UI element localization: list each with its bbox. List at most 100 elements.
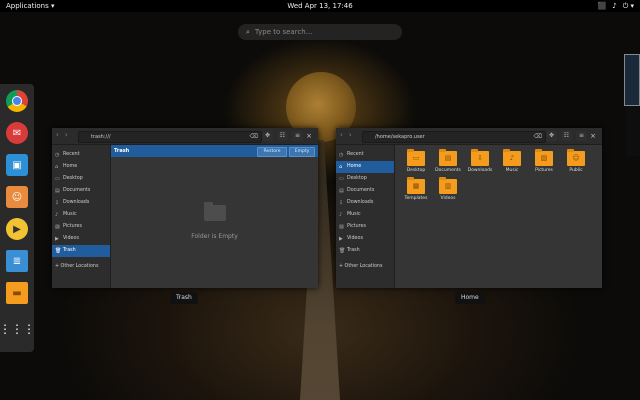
clock[interactable]: Wed Apr 13, 17:46 xyxy=(0,0,640,12)
close-icon[interactable]: × xyxy=(304,131,314,141)
store-icon[interactable]: ▣ xyxy=(6,154,28,176)
sidebar-item-other-locations[interactable]: + Other Locations xyxy=(336,261,394,273)
clock-icon: ◷ xyxy=(55,152,60,158)
restore-button[interactable]: Restore xyxy=(257,147,287,157)
folder-public[interactable]: ☺ Public xyxy=(561,149,591,173)
sidebar-item-desktop[interactable]: ▭ Desktop xyxy=(52,173,110,185)
share-icon[interactable]: ✥ xyxy=(546,131,557,141)
nav-buttons: ‹ › xyxy=(56,131,68,139)
sidebar-item-music[interactable]: ♪ Music xyxy=(336,209,394,221)
sidebar-item-home[interactable]: ⌂ Home xyxy=(52,161,110,173)
sidebar-item-videos[interactable]: ▶ Videos xyxy=(336,233,394,245)
desktop-folder-icon: ▭ xyxy=(407,149,425,166)
download-icon: ⇩ xyxy=(55,200,60,206)
sidebar-item-videos[interactable]: ▶ Videos xyxy=(52,233,110,245)
volume-icon[interactable]: ♪ xyxy=(612,0,616,12)
home-window[interactable]: ‹ › /home/sekapro.user ⌫ ✥ ☷ ≡ × ◷ Recent… xyxy=(336,128,602,288)
location-text: /home/sekapro.user xyxy=(375,134,425,140)
folder-videos[interactable]: ▥ Videos xyxy=(433,177,463,201)
sidebar-item-label: Pictures xyxy=(63,224,82,229)
home-icon: ⌂ xyxy=(339,164,343,170)
documents-icon[interactable]: ≣ xyxy=(6,250,28,272)
music-icon: ♪ xyxy=(339,212,343,218)
sidebar-item-label: Music xyxy=(347,212,361,217)
sidebar-item-downloads[interactable]: ⇩ Downloads xyxy=(52,197,110,209)
search-input[interactable]: ⌕ Type to search... xyxy=(238,24,402,40)
folder-music[interactable]: ♪ Music xyxy=(497,149,527,173)
sidebar-item-pictures[interactable]: ▨ Pictures xyxy=(336,221,394,233)
trash-window[interactable]: ‹ › trash:/// ⌫ ✥ ☷ ≡ × ◷ Recent ⌂ Home ▭ D… xyxy=(52,128,318,288)
music-player-icon[interactable]: ▶ xyxy=(6,218,28,240)
header-bar: ‹ › /home/sekapro.user ⌫ ✥ ☷ ≡ × xyxy=(336,128,602,145)
sidebar-item-desktop[interactable]: ▭ Desktop xyxy=(336,173,394,185)
sidebar-item-recent[interactable]: ◷ Recent xyxy=(52,149,110,161)
home-icon: ⌂ xyxy=(55,164,59,170)
sidebar-item-trash[interactable]: 🗑 Trash xyxy=(336,245,394,257)
workspace-thumbnail-2[interactable] xyxy=(626,106,640,156)
clock-icon: ◷ xyxy=(339,152,344,158)
folder-desktop[interactable]: ▭ Desktop xyxy=(401,149,431,173)
public-folder-icon: ☺ xyxy=(567,149,585,166)
back-icon[interactable]: ‹ xyxy=(340,131,343,139)
folder-templates[interactable]: ▦ Templates xyxy=(401,177,431,201)
close-icon[interactable]: × xyxy=(588,131,598,141)
back-icon[interactable]: ‹ xyxy=(56,131,59,139)
menu-icon[interactable]: ≡ xyxy=(292,131,303,141)
document-icon: ▤ xyxy=(339,188,344,194)
workspace-thumbnail-1[interactable] xyxy=(624,54,640,106)
view-icon[interactable]: ☷ xyxy=(277,131,288,141)
trash-bar-title: Trash xyxy=(114,148,130,154)
empty-folder-icon xyxy=(203,202,226,221)
view-icon[interactable]: ☷ xyxy=(561,131,572,141)
folder-label: Desktop xyxy=(406,168,426,173)
folder-label: Music xyxy=(505,168,519,173)
files-icon[interactable]: ▬ xyxy=(6,282,28,304)
search-placeholder: Type to search... xyxy=(254,28,313,36)
sidebar-item-music[interactable]: ♪ Music xyxy=(52,209,110,221)
video-icon: ▶ xyxy=(55,236,59,242)
sidebar-item-pictures[interactable]: ▨ Pictures xyxy=(52,221,110,233)
app-grid-icon[interactable]: ⋮⋮⋮ xyxy=(0,318,35,340)
folder-label: Public xyxy=(569,168,583,173)
location-bar[interactable]: trash:/// ⌫ xyxy=(78,131,262,143)
sidebar-item-other-locations[interactable]: + Other Locations xyxy=(52,261,110,273)
forward-icon[interactable]: › xyxy=(65,131,68,139)
system-tray[interactable]: ⬛ ♪ ⏻ ▾ xyxy=(598,0,634,12)
contacts-icon[interactable]: ☺ xyxy=(6,186,28,208)
sidebar-item-label: Home xyxy=(347,164,362,169)
menu-icon[interactable]: ≡ xyxy=(576,131,587,141)
folder-documents[interactable]: ▤ Documents xyxy=(433,149,463,173)
desktop-icon: ▭ xyxy=(55,176,60,182)
music-icon: ♪ xyxy=(55,212,59,218)
forward-icon[interactable]: › xyxy=(349,131,352,139)
sidebar-item-label: Trash xyxy=(347,248,360,253)
trash-icon: 🗑 xyxy=(339,248,346,254)
mail-icon[interactable]: ✉ xyxy=(6,122,28,144)
location-bar[interactable]: /home/sekapro.user ⌫ xyxy=(362,131,546,143)
sidebar-item-trash[interactable]: 🗑 Trash xyxy=(52,245,110,257)
header-bar: ‹ › trash:/// ⌫ ✥ ☷ ≡ × xyxy=(52,128,318,145)
power-icon[interactable]: ⏻ ▾ xyxy=(623,0,634,12)
chrome-icon[interactable] xyxy=(6,90,28,112)
sidebar-item-recent[interactable]: ◷ Recent xyxy=(336,149,394,161)
videos-folder-icon: ▥ xyxy=(439,177,457,194)
sidebar-item-documents[interactable]: ▤ Documents xyxy=(52,185,110,197)
share-icon[interactable]: ✥ xyxy=(262,131,273,141)
folder-pictures[interactable]: ▨ Pictures xyxy=(529,149,559,173)
clear-location-icon[interactable]: ⌫ xyxy=(534,132,542,142)
folder-label: Videos xyxy=(440,196,456,201)
sidebar-item-label: Documents xyxy=(63,188,91,193)
sidebar-item-label: Videos xyxy=(347,236,363,241)
pictures-folder-icon: ▨ xyxy=(535,149,553,166)
screen-icon[interactable]: ⬛ xyxy=(598,0,607,12)
clear-location-icon[interactable]: ⌫ xyxy=(250,132,258,142)
empty-button[interactable]: Empty xyxy=(289,147,315,157)
documents-folder-icon: ▤ xyxy=(439,149,457,166)
top-bar: Applications ▾ Wed Apr 13, 17:46 ⬛ ♪ ⏻ ▾ xyxy=(0,0,640,12)
empty-state: Folder is Empty xyxy=(111,202,318,240)
sidebar-item-home[interactable]: ⌂ Home xyxy=(336,161,394,173)
sidebar-item-downloads[interactable]: ⇩ Downloads xyxy=(336,197,394,209)
picture-icon: ▨ xyxy=(55,224,60,230)
sidebar-item-documents[interactable]: ▤ Documents xyxy=(336,185,394,197)
folder-downloads[interactable]: ⇩ Downloads xyxy=(465,149,495,173)
